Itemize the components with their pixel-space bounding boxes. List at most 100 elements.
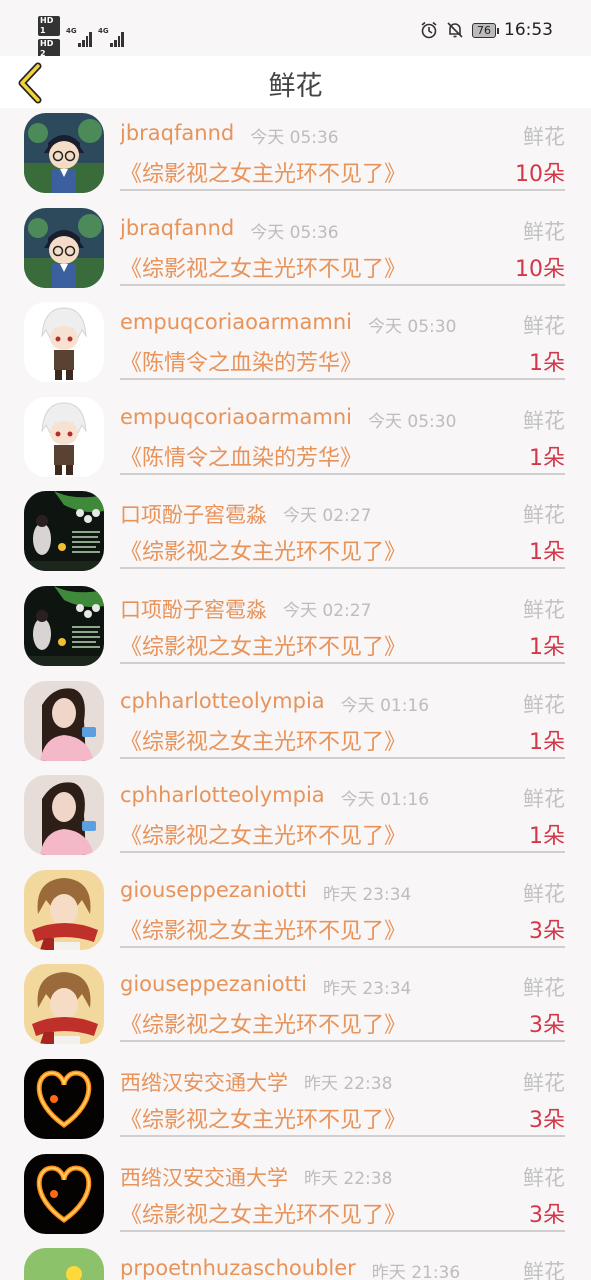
list-item-6[interactable]: 口项酚子窖雹淼 今天 02:27 鲜花 《综影视之女主光环不见了》 1朵 [0,581,591,676]
gift-time: 今天 02:27 [283,600,372,621]
gift-type: 鲜花 [523,503,565,528]
username: giouseppezaniotti [120,877,307,902]
list-item-10[interactable]: giouseppezaniotti 昨天 23:34 鲜花 《综影视之女主光环不… [0,959,591,1054]
book-title[interactable]: 《综影视之女主光环不见了》 [120,251,406,283]
battery-icon: 76 [472,22,499,38]
gift-time: 今天 02:27 [283,506,372,527]
gift-time: 昨天 23:34 [322,979,412,1000]
username: 口项酚子窖雹淼 [120,597,267,622]
gift-type: 鲜花 [523,219,565,244]
hd-badges: HD 1 HD 2 [38,16,60,59]
list-item-2[interactable]: jbraqfannd 今天 05:36 鲜花 《综影视之女主光环不见了》 10朵 [0,203,591,298]
book-title[interactable]: 《综影视之女主光环不见了》 [120,724,406,756]
list-item-5[interactable]: 口项酚子窖雹淼 今天 02:27 鲜花 《综影视之女主光环不见了》 1朵 [0,486,591,581]
username: 口项酚子窖雹淼 [120,503,267,528]
avatar-white-hair-chibi[interactable] [24,302,104,383]
username: 西绺汉安交通大学 [120,1070,288,1095]
username: jbraqfannd [120,215,235,240]
mute-bell-icon [447,22,463,38]
gift-time: 昨天 22:38 [304,1073,393,1094]
gift-type: 鲜花 [523,408,565,433]
divider [120,567,565,570]
flower-count: 1朵 [529,729,565,755]
list-item-1[interactable]: jbraqfannd 今天 05:36 鲜花 《综影视之女主光环不见了》 10朵 [0,108,591,203]
gift-type: 鲜花 [523,881,565,906]
list-item-4[interactable]: empuqcoriaoarmamni 今天 05:30 鲜花 《陈情令之血染的芳… [0,392,591,487]
flower-count: 3朵 [529,1107,565,1133]
gift-time: 昨天 22:38 [304,1168,393,1189]
username: empuqcoriaoarmamni [120,310,352,335]
avatar-girl-photo[interactable] [24,680,104,761]
username: empuqcoriaoarmamni [120,404,352,429]
avatar-boy-red-scarf[interactable] [24,869,104,950]
avatar-dark-scene-flowers[interactable] [24,585,104,666]
divider [120,756,565,759]
book-title[interactable]: 《综影视之女主光环不见了》 [120,1102,406,1134]
gift-time: 今天 05:36 [250,128,339,148]
list-item-13[interactable]: prpoetnhuzaschoubler 昨天 21:36 鲜花 [0,1243,591,1280]
flower-count: 1朵 [529,540,565,566]
gift-time: 今天 01:16 [340,695,430,716]
divider [120,1134,565,1137]
list-item-12[interactable]: 西绺汉安交通大学 昨天 22:38 鲜花 《综影视之女主光环不见了》 3朵 [0,1149,591,1244]
flower-count: 1朵 [529,824,565,850]
network-type-2: 4G [98,26,109,35]
avatar-boy-red-scarf[interactable] [24,964,104,1045]
book-title[interactable]: 《综影视之女主光环不见了》 [120,818,406,850]
list-item-11[interactable]: 西绺汉安交通大学 昨天 22:38 鲜花 《综影视之女主光环不见了》 3朵 [0,1054,591,1149]
book-title[interactable]: 《综影视之女主光环不见了》 [120,534,406,566]
avatar-fire-heart[interactable] [24,1153,104,1234]
signal-area: HD 1 HD 2 4G 4G [38,16,124,59]
book-title[interactable]: 《陈情令之血染的芳华》 [120,440,362,472]
divider [120,1229,565,1232]
signal-icon-2: 4G [98,26,124,47]
avatar-fire-heart[interactable] [24,1058,104,1139]
gift-time: 今天 01:16 [340,790,430,811]
book-title[interactable]: 《综影视之女主光环不见了》 [120,1197,406,1229]
avatar-dark-scene-flowers[interactable] [24,491,104,572]
gift-type: 鲜花 [523,1165,565,1190]
gift-type: 鲜花 [523,976,565,1001]
flower-gift-list: jbraqfannd 今天 05:36 鲜花 《综影视之女主光环不见了》 10朵… [0,108,591,1280]
divider [120,472,565,475]
avatar-green-nature[interactable] [24,1248,104,1280]
avatar-girl-photo[interactable] [24,775,104,856]
avatar-white-hair-chibi[interactable] [24,396,104,477]
avatar-anime-boy-glasses[interactable] [24,113,104,193]
username: prpoetnhuzaschoubler [120,1256,356,1280]
flower-count: 1朵 [529,445,565,471]
username: 西绺汉安交通大学 [120,1165,288,1190]
signal-icon: 4G [66,27,92,47]
gift-time: 今天 05:30 [367,317,457,338]
username: jbraqfannd [120,121,235,145]
flower-count: 3朵 [529,918,565,944]
divider [120,1040,565,1043]
nav-bar: 鲜花 [0,56,591,108]
book-title[interactable]: 《综影视之女主光环不见了》 [120,629,406,661]
gift-type: 鲜花 [523,597,565,622]
alarm-icon [421,21,437,39]
divider [120,945,565,948]
divider [120,851,565,854]
status-right: 76 16:53 [420,20,553,40]
list-item-9[interactable]: giouseppezaniotti 昨天 23:34 鲜花 《综影视之女主光环不… [0,865,591,960]
gift-type: 鲜花 [523,314,565,339]
gift-type: 鲜花 [523,125,565,149]
list-item-7[interactable]: cphharlotteolympia 今天 01:16 鲜花 《综影视之女主光环… [0,676,591,771]
hd-badge-1: HD 1 [38,16,60,36]
status-bar: HD 1 HD 2 4G 4G 76 16:53 [0,0,591,59]
flower-count: 10朵 [515,162,565,187]
flower-count: 10朵 [515,256,565,282]
book-title[interactable]: 《综影视之女主光环不见了》 [120,913,406,945]
gift-type: 鲜花 [523,1070,565,1095]
book-title[interactable]: 《陈情令之血染的芳华》 [120,345,362,377]
divider [120,661,565,664]
flower-count: 1朵 [529,634,565,660]
avatar-anime-boy-glasses[interactable] [24,207,104,288]
list-item-8[interactable]: cphharlotteolympia 今天 01:16 鲜花 《综影视之女主光环… [0,770,591,865]
book-title[interactable]: 《综影视之女主光环不见了》 [120,156,406,188]
book-title[interactable]: 《综影视之女主光环不见了》 [120,1007,406,1039]
gift-time: 今天 05:30 [367,411,457,432]
list-item-3[interactable]: empuqcoriaoarmamni 今天 05:30 鲜花 《陈情令之血染的芳… [0,297,591,392]
divider [120,378,565,381]
